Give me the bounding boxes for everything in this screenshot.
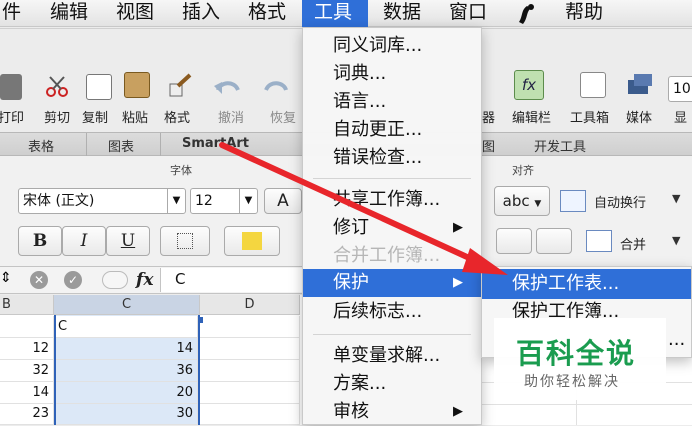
annotation-arrow — [219, 142, 508, 275]
arrow-shaft — [219, 142, 481, 265]
arrow-head-icon — [462, 248, 508, 275]
